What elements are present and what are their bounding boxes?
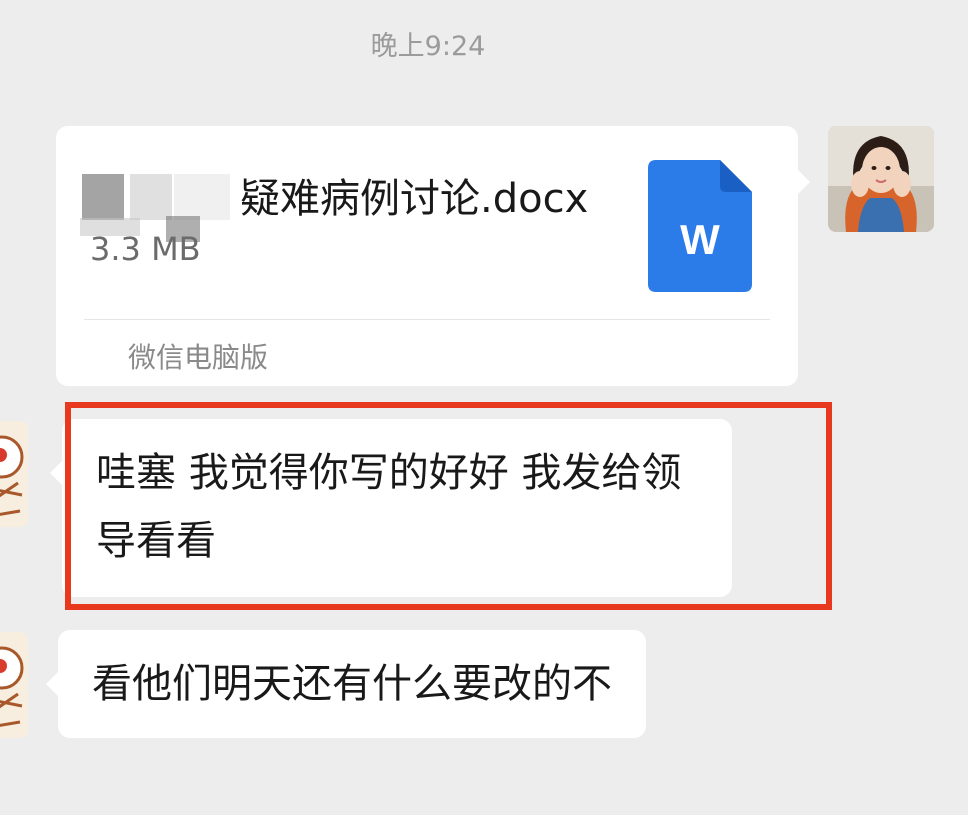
avatar-contact[interactable] (0, 632, 28, 738)
message-bubble[interactable]: 看他们明天还有什么要改的不 (46, 630, 646, 738)
word-document-icon: W (648, 160, 752, 292)
avatar-cartoon (0, 632, 28, 738)
message-timestamp: 晚上9:24 (370, 31, 486, 62)
file-name: 疑难病例讨论.docx (240, 176, 589, 222)
file-source-label: 微信电脑版 (128, 341, 269, 374)
file-message-card[interactable]: 疑难病例讨论.docx 3.3 MB W 微信电脑版 (56, 126, 810, 386)
avatar-self[interactable] (828, 126, 934, 232)
avatar-cartoon (0, 421, 28, 527)
file-size: 3.3 MB (90, 230, 201, 268)
message-text-line: 看他们明天还有什么要改的不 (92, 661, 612, 707)
redacted-name-block (174, 174, 230, 220)
file-card-divider (84, 319, 770, 320)
avatar-contact[interactable] (0, 421, 28, 527)
redacted-name-block (130, 174, 172, 220)
word-icon-letter: W (680, 216, 720, 263)
avatar-photo (828, 126, 934, 232)
highlight-box (65, 402, 832, 610)
redacted-name-block (82, 174, 124, 220)
